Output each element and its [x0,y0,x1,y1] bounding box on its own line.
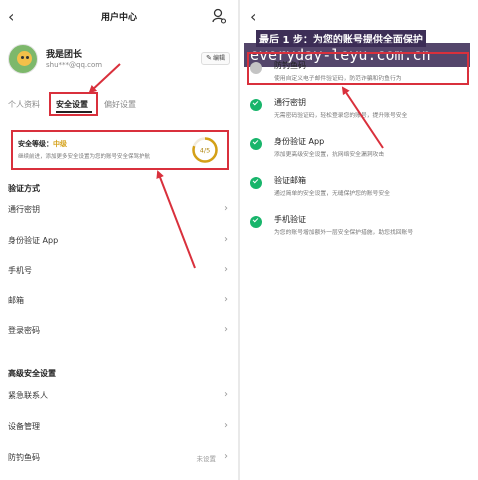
security-score-ring: 4/5 [192,137,218,163]
tab-preferences[interactable]: 偏好设置 [104,99,136,110]
chevron-right-icon: › [224,389,228,400]
row-login-password[interactable]: 登录密码 › [8,322,230,340]
user-center-panel: ‹ 用户中心 我是团长 shu***@qq.com ✎编辑 个人资料 安全设置 … [0,0,238,480]
security-level-value: 中级 [53,140,67,148]
check-circle-icon [250,99,262,111]
step-verify-email[interactable]: 验证邮箱 通过简单的安全设置，无缝保护您的账号安全 [250,175,472,209]
email-text: shu***@qq.com [46,61,103,69]
username: 我是团长 [46,50,83,60]
row-phone[interactable]: 手机号 › [8,262,230,280]
back-icon[interactable]: ‹ [250,8,256,26]
user-settings-icon[interactable] [212,8,226,24]
chevron-right-icon: › [224,451,228,462]
chevron-right-icon: › [224,294,228,305]
row-email[interactable]: 邮箱 › [8,292,230,310]
header: ‹ 用户中心 [0,8,238,28]
check-circle-icon [250,216,262,228]
avatar[interactable] [8,44,38,74]
tab-bar: 个人资料 安全设置 偏好设置 [0,97,238,117]
security-score: 4/5 [200,147,210,155]
chevron-right-icon: › [224,203,228,214]
advanced-security-title: 高级安全设置 [8,369,56,378]
security-level-desc: 继续前进，添加更多安全设置为您的账号安全保驾护航 [18,154,151,160]
tab-personal-info[interactable]: 个人资料 [8,99,40,110]
chevron-right-icon: › [224,264,228,275]
check-circle-icon [250,177,262,189]
step-authenticator-app[interactable]: 身份验证 App 添加更高级安全设置，抗网络安全漏洞攻击 [250,136,472,170]
edit-profile-button[interactable]: ✎编辑 [201,52,230,65]
row-emergency-contact[interactable]: 紧急联系人 › [8,387,230,405]
verify-methods-title: 验证方式 [8,184,40,193]
row-device-management[interactable]: 设备管理 › [8,418,230,436]
profile-header: 我是团长 shu***@qq.com ✎编辑 [8,44,230,76]
security-level-card[interactable]: 安全等级：中级 继续前进，添加更多安全设置为您的账号安全保驾护航 4/5 [11,130,229,170]
step-passkey[interactable]: 通行密钥 无需密码验证码，轻松登录您的账号，提升账号安全 [250,97,472,131]
tab-highlight-box [49,92,98,116]
chevron-right-icon: › [224,234,228,245]
security-level-label: 安全等级：中级 [18,140,67,148]
page-title: 用户中心 [100,13,137,23]
row-passkey[interactable]: 通行密钥 › [8,201,230,219]
anti-phishing-highlight-box [247,52,469,85]
chevron-right-icon: › [224,420,228,431]
edit-label: 编辑 [212,55,225,62]
step-phone-verify[interactable]: 手机验证 为您的账号增加额外一层安全保护措施，助您找回账号 [250,214,472,248]
row-anti-phishing-code[interactable]: 防钓鱼码 未设置 › [8,449,230,467]
row-authenticator-app[interactable]: 身份验证 App › [8,232,230,250]
check-circle-icon [250,138,262,150]
pencil-icon: ✎ [206,54,212,62]
chevron-right-icon: › [224,324,228,335]
anti-phishing-status: 未设置 [196,455,217,463]
